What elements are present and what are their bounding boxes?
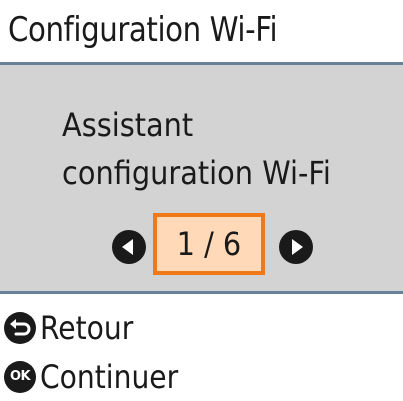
wizard-title-line1: Assistant (62, 106, 194, 144)
page-indicator-row: 1 / 6 (0, 213, 403, 279)
previous-page-button[interactable] (112, 230, 146, 264)
page-counter: 1 / 6 (153, 213, 265, 275)
arrow-right-circle-icon (292, 239, 303, 255)
ok-icon: OK (4, 361, 36, 393)
back-button[interactable]: Retour (4, 306, 304, 350)
ok-icon-text: OK (9, 369, 31, 384)
printer-lcd-screen: Configuration Wi-Fi Assistant configurat… (0, 0, 403, 401)
header-bar: Configuration Wi-Fi (0, 0, 403, 62)
continue-label: Continuer (40, 358, 179, 396)
return-icon (4, 312, 36, 344)
arrow-left-circle-icon (122, 239, 133, 255)
content-panel: Assistant configuration Wi-Fi 1 / 6 (0, 65, 403, 291)
next-page-button[interactable] (279, 230, 313, 264)
continue-button[interactable]: OK Continuer (4, 355, 304, 399)
page-title: Configuration Wi-Fi (8, 10, 278, 50)
content-divider (0, 291, 403, 294)
back-label: Retour (40, 309, 134, 347)
page-counter-text: 1 / 6 (176, 225, 242, 263)
wizard-title-line2: configuration Wi-Fi (62, 154, 331, 192)
